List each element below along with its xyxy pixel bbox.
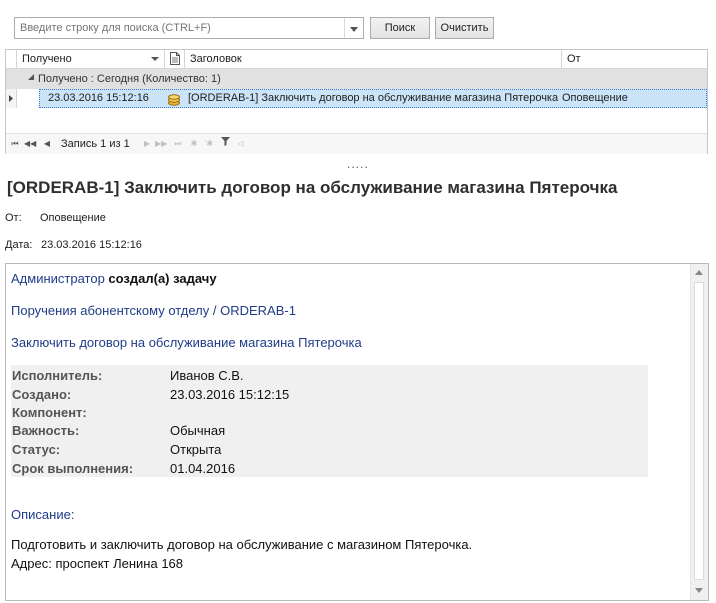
field-value: 23.03.2016 15:12:15 — [170, 387, 290, 402]
from-value: Оповещение — [40, 212, 106, 224]
message-body-content: Администратор создал(а) задачу Поручения… — [6, 264, 692, 600]
chevron-down-icon — [350, 19, 358, 37]
cell-subject: [ORDERAB-1] Заключить договор на обслужи… — [188, 92, 559, 104]
from-label: От: — [5, 212, 22, 224]
field-label: Важность: — [12, 423, 80, 438]
next-page-icon[interactable]: ▶▶ — [155, 134, 167, 154]
date-label: Дата: — [5, 239, 33, 251]
scroll-left-icon[interactable]: ◁ — [235, 134, 247, 154]
coins-icon — [167, 89, 183, 108]
search-dropdown-button[interactable] — [344, 18, 363, 38]
field-value: 01.04.2016 — [170, 461, 236, 476]
field-label: Создано: — [12, 387, 72, 402]
project-link[interactable]: Поручения абонентскому отделу / ORDERAB-… — [11, 303, 296, 318]
field-label: Компонент: — [12, 405, 87, 420]
record-navigator: ⏮ ◀◀ ◀ Запись 1 из 1 ▶ ▶▶ ⏭ ✱ '✱ ◁ — [6, 133, 707, 154]
actor-link[interactable]: Администратор — [11, 271, 105, 286]
row-indicator-header — [6, 50, 17, 69]
scroll-down-icon[interactable] — [695, 588, 703, 593]
vertical-scrollbar[interactable] — [690, 264, 708, 600]
column-header-attachment[interactable] — [165, 50, 185, 69]
group-row-today[interactable]: Получено : Сегодня (Количество: 1) — [6, 69, 707, 89]
last-page-icon[interactable]: ⏭ — [172, 134, 184, 154]
filter-icon[interactable] — [219, 134, 231, 154]
edit-record-icon[interactable]: '✱ — [203, 134, 215, 154]
column-header-received-label: Получено — [22, 53, 72, 65]
cell-from: Оповещение — [562, 92, 628, 104]
first-page-icon[interactable]: ⏮ — [9, 134, 21, 154]
pane-splitter[interactable]: ..... — [347, 157, 369, 171]
column-header-subject[interactable]: Заголовок — [185, 50, 562, 69]
summary-link[interactable]: Заключить договор на обслуживание магази… — [11, 335, 362, 350]
task-fields-table: Исполнитель: Иванов С.В. Создано: 23.03.… — [11, 365, 648, 477]
append-record-icon[interactable]: ✱ — [188, 134, 200, 154]
message-grid: Получено Заголовок От Получено : Сегодня… — [5, 49, 708, 154]
actor-action: создал(а) задачу — [108, 271, 217, 286]
clear-button[interactable]: Очистить — [435, 17, 494, 39]
field-label: Срок выполнения: — [12, 461, 134, 476]
description-label: Описание: — [11, 507, 75, 522]
group-row-label: Получено : Сегодня (Количество: 1) — [38, 73, 221, 85]
field-value: Открыта — [170, 442, 222, 457]
record-counter: Запись 1 из 1 — [61, 138, 130, 150]
search-combobox[interactable] — [14, 17, 364, 39]
row-indicator[interactable] — [6, 89, 17, 108]
field-value: Иванов С.В. — [170, 368, 244, 383]
scroll-up-icon[interactable] — [695, 270, 703, 275]
description-line: Адрес: проспект Ленина 168 — [11, 556, 184, 571]
find-button[interactable]: Поиск — [370, 17, 430, 39]
field-value: Обычная — [170, 423, 226, 438]
table-row[interactable]: 23.03.2016 15:12:16 [ORDERAB-1] Заключит… — [6, 89, 707, 108]
field-label: Статус: — [12, 442, 61, 457]
column-header-from[interactable]: От — [562, 50, 707, 69]
description-line: Подготовить и заключить договор на обслу… — [11, 537, 473, 552]
date-value: 23.03.2016 15:12:16 — [41, 239, 142, 251]
next-record-icon[interactable]: ▶ — [141, 134, 153, 154]
actor-line: Администратор создал(а) задачу — [11, 271, 217, 286]
column-header-received[interactable]: Получено — [17, 50, 165, 69]
scrollbar-thumb[interactable] — [694, 282, 704, 580]
cell-received: 23.03.2016 15:12:16 — [48, 92, 149, 104]
message-title: [ORDERAB-1] Заключить договор на обслужи… — [7, 178, 618, 197]
search-input[interactable] — [15, 18, 343, 38]
previous-page-icon[interactable]: ◀◀ — [24, 134, 36, 154]
field-label: Исполнитель: — [12, 368, 103, 383]
message-body-pane[interactable]: Администратор создал(а) задачу Поручения… — [5, 263, 709, 601]
previous-record-icon[interactable]: ◀ — [41, 134, 53, 154]
row-pointer-icon — [9, 95, 13, 102]
